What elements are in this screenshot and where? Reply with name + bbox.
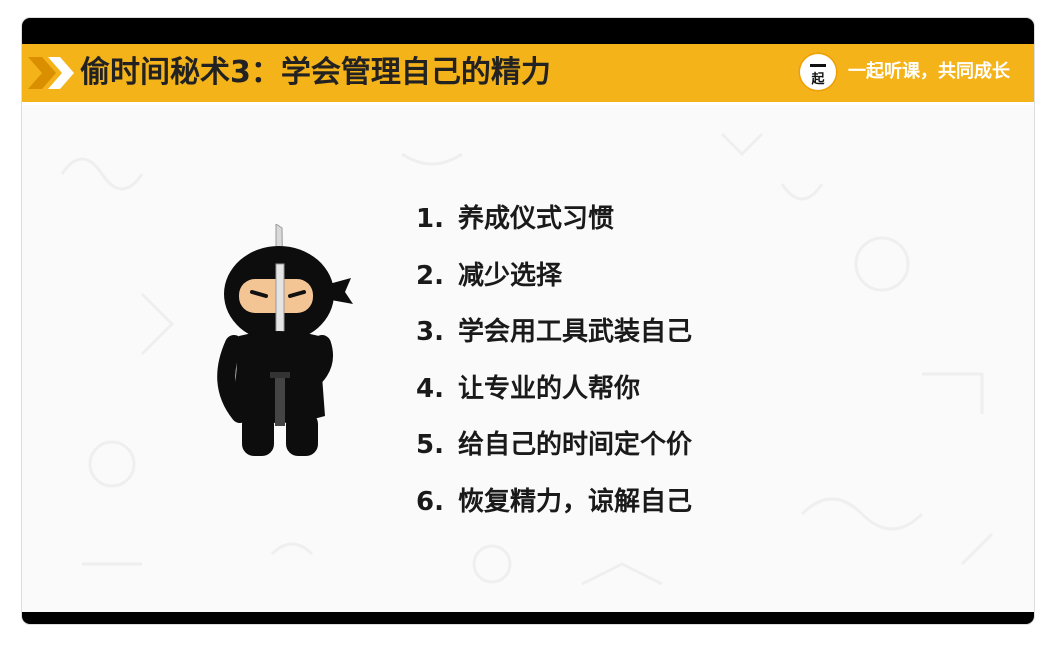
list-item-number: 4. xyxy=(416,373,444,404)
list-item: 4. 让专业的人帮你 xyxy=(416,370,692,427)
list-item-number: 3. xyxy=(416,317,444,347)
list-item-text: 减少选择 xyxy=(458,260,563,291)
list-item-number: 5. xyxy=(416,430,444,460)
list-item-number: 6. xyxy=(416,486,444,517)
list-item-number: 2. xyxy=(416,260,444,291)
list-item-text: 给自己的时间定个价 xyxy=(458,430,693,460)
ninja-with-sword-icon xyxy=(217,224,353,456)
list-item-text: 让专业的人帮你 xyxy=(458,373,641,404)
logo-bar xyxy=(810,64,826,67)
list-item-text: 恢复精力，谅解自己 xyxy=(458,486,693,517)
slide-title: 偷时间秘术3：学会管理自己的精力 xyxy=(80,55,551,90)
tips-list: 1. 养成仪式习惯 2. 减少选择 3. 学会用工具武装自己 4. 让专业的人帮你 5.… xyxy=(416,200,692,539)
list-item: 2. 减少选择 xyxy=(416,257,692,314)
list-item: 5. 给自己的时间定个价 xyxy=(416,426,692,483)
list-item: 3. 学会用工具武装自己 xyxy=(416,313,692,370)
slide: 偷时间秘术3：学会管理自己的精力 起 一起听课，共同成长 1. 养成仪式习惯 2… xyxy=(22,44,1034,612)
list-item: 1. 养成仪式习惯 xyxy=(416,200,692,257)
brand-logo-text: 起 xyxy=(811,71,825,87)
brand-slogan: 一起听课，共同成长 xyxy=(848,61,1010,82)
list-item-text: 学会用工具武装自己 xyxy=(458,317,693,347)
double-chevron-right-icon xyxy=(28,57,74,89)
video-frame: 偷时间秘术3：学会管理自己的精力 起 一起听课，共同成长 1. 养成仪式习惯 2… xyxy=(22,18,1034,624)
list-item-number: 1. xyxy=(416,204,444,234)
list-item: 6. 恢复精力，谅解自己 xyxy=(416,483,692,540)
title-bar: 偷时间秘术3：学会管理自己的精力 起 一起听课，共同成长 xyxy=(22,44,1034,105)
brand-logo: 起 xyxy=(798,52,838,92)
list-item-text: 养成仪式习惯 xyxy=(458,204,615,234)
